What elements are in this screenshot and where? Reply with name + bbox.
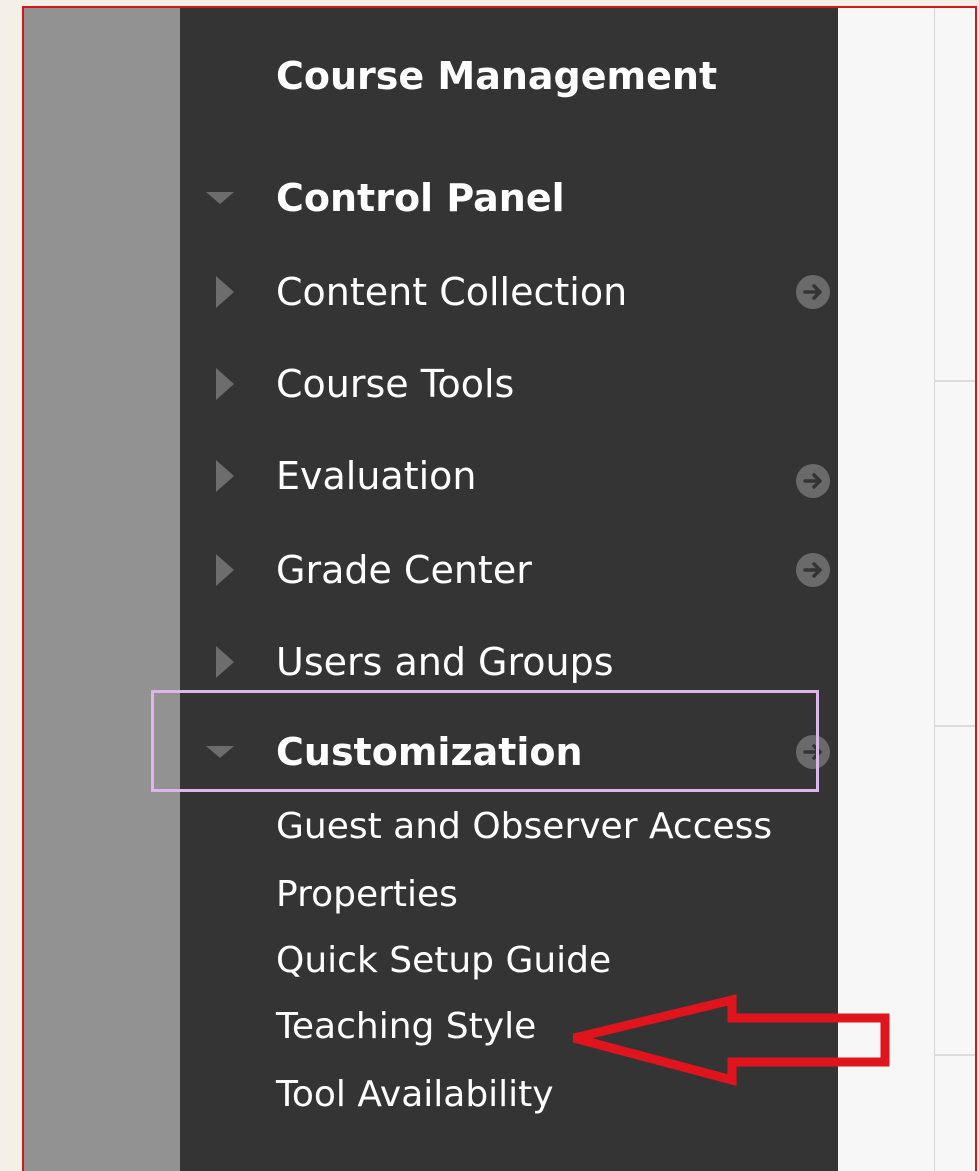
red-annotation-arrow — [572, 994, 890, 1086]
